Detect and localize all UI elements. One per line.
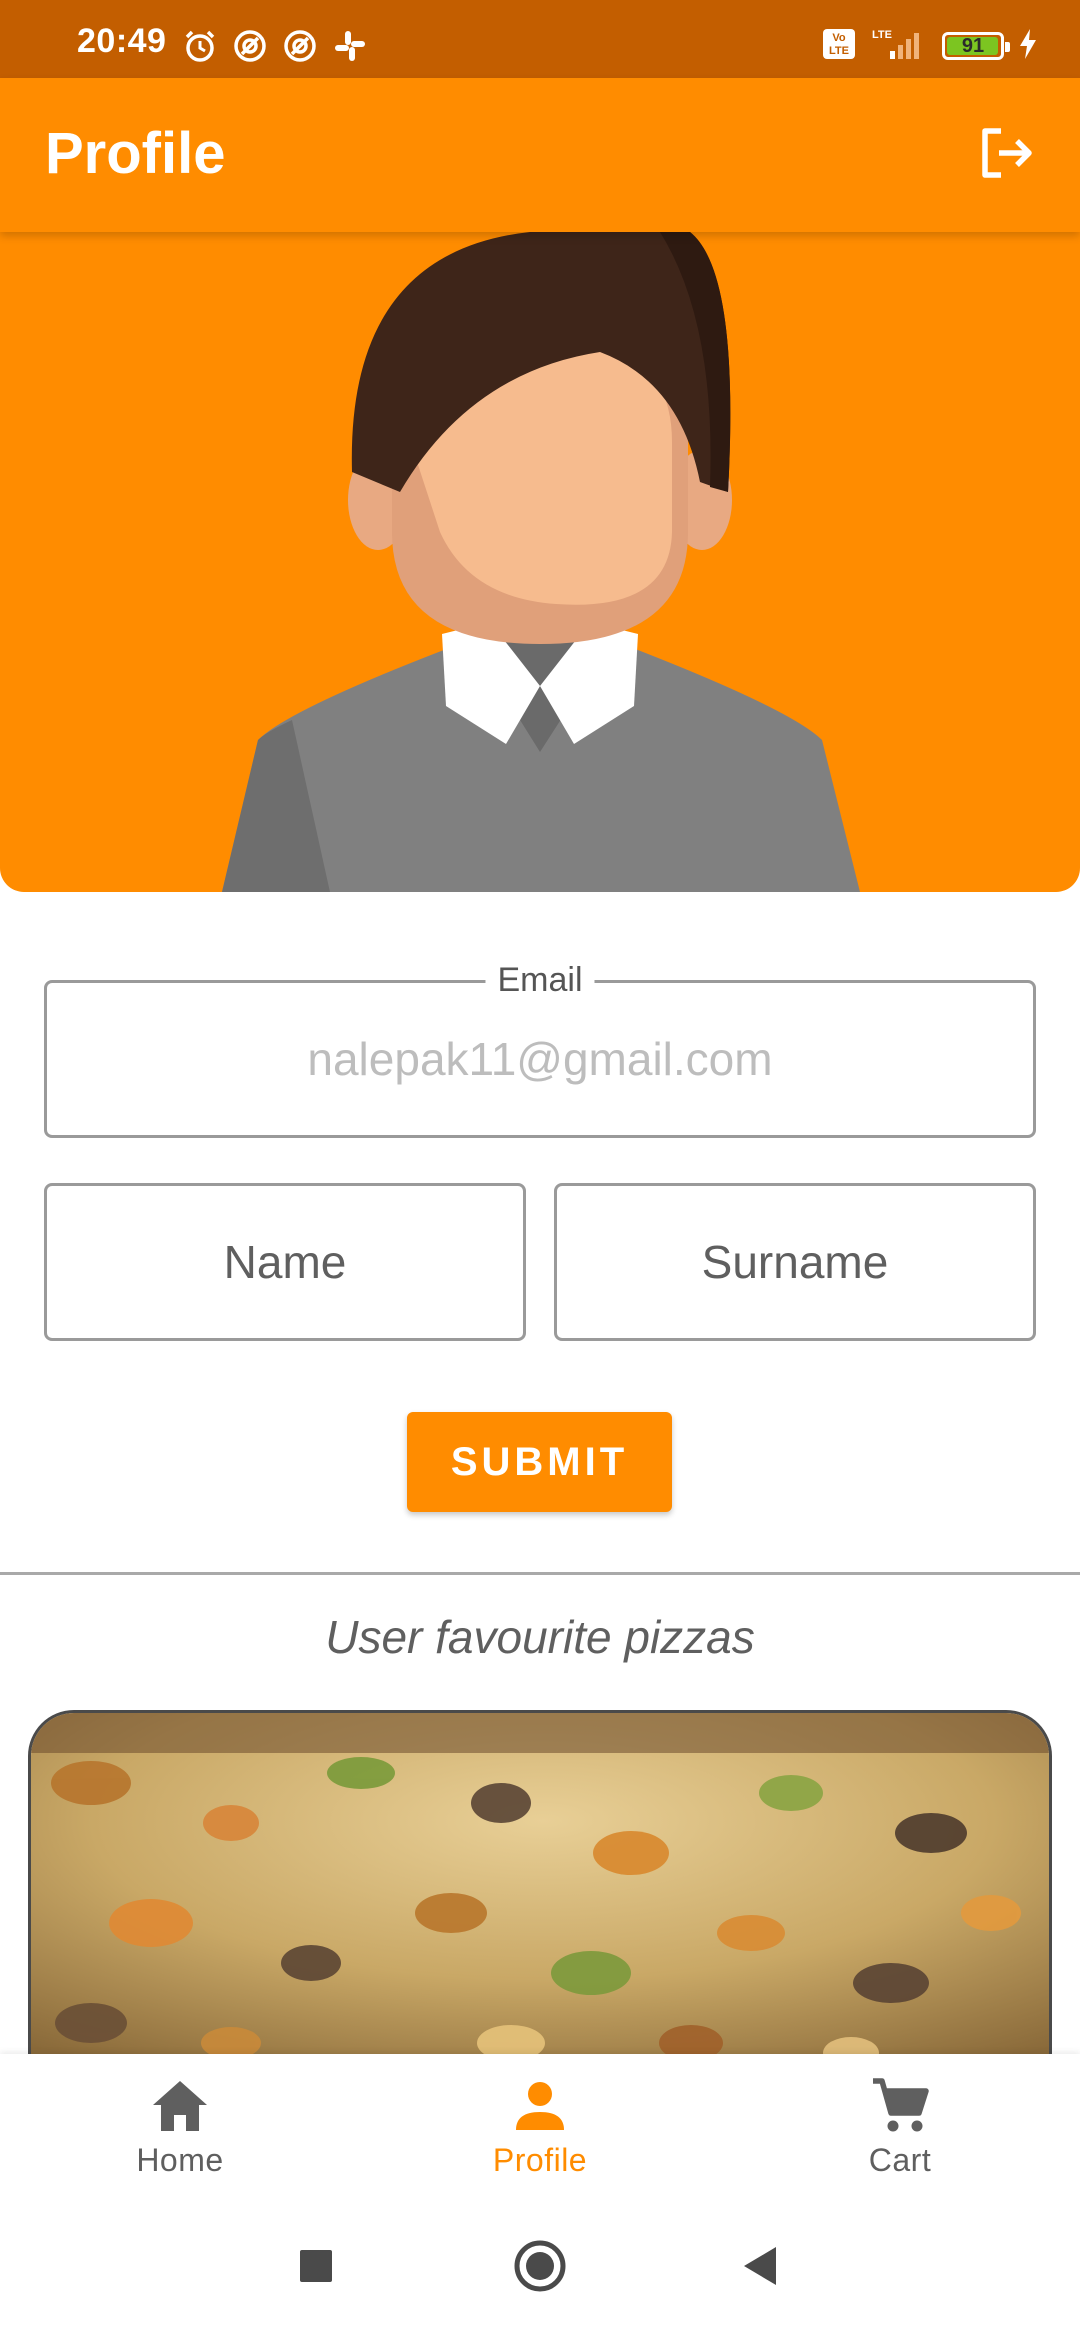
cart-icon <box>870 2076 930 2136</box>
network-type-label: LTE <box>872 29 892 41</box>
status-notification-icons <box>182 28 368 68</box>
status-time: 20:49 <box>77 22 167 60</box>
svg-text:Vo: Vo <box>832 32 846 44</box>
email-value: nalepak11@gmail.com <box>307 1033 773 1085</box>
email-field[interactable]: Email nalepak11@gmail.com <box>44 961 1036 1138</box>
app-notification-icon <box>232 28 268 68</box>
bottom-navigation: Home Profile Cart <box>0 2054 1080 2194</box>
back-triangle-icon <box>740 2245 780 2292</box>
status-system-icons: Vo LTE LTE 91 <box>822 26 1038 66</box>
logout-icon <box>977 123 1037 188</box>
nav-item-home[interactable]: Home <box>80 2076 280 2186</box>
home-circle-icon <box>513 2239 567 2298</box>
charging-icon <box>1018 28 1038 65</box>
surname-field[interactable]: Surname <box>554 1183 1036 1341</box>
battery-icon: 91 <box>942 32 1010 60</box>
back-button[interactable] <box>724 2232 796 2304</box>
profile-avatar-banner <box>0 232 1080 892</box>
system-navigation-bar <box>0 2194 1080 2340</box>
volte-icon: Vo LTE <box>822 27 856 66</box>
recents-icon <box>299 2249 333 2288</box>
nav-label-profile: Profile <box>492 2142 588 2178</box>
signal-icon: LTE <box>870 27 928 66</box>
nav-label-home: Home <box>136 2142 224 2178</box>
submit-button[interactable]: SUBMIT <box>407 1412 672 1512</box>
person-icon <box>510 2076 570 2136</box>
surname-placeholder: Surname <box>701 1236 889 1288</box>
page-title: Profile <box>45 121 226 186</box>
favourite-pizza-card[interactable] <box>28 1710 1052 2070</box>
nav-label-cart: Cart <box>868 2142 932 2178</box>
divider <box>0 1572 1080 1575</box>
avatar <box>222 232 860 892</box>
slack-icon <box>332 28 368 68</box>
status-bar: 20:49 Vo LTE LTE 91 <box>0 0 1080 78</box>
app-notification-icon <box>282 28 318 68</box>
svg-text:LTE: LTE <box>829 45 849 57</box>
name-field[interactable]: Name <box>44 1183 526 1341</box>
nav-item-cart[interactable]: Cart <box>800 2076 1000 2186</box>
app-bar: Profile <box>0 78 1080 232</box>
nav-item-profile[interactable]: Profile <box>440 2076 640 2186</box>
battery-level: 91 <box>961 35 985 57</box>
pizza-image <box>31 1713 1049 2070</box>
alarm-icon <box>182 28 218 68</box>
favourites-title: User favourite pizzas <box>325 1611 755 1663</box>
home-system-button[interactable] <box>504 2232 576 2304</box>
recents-button[interactable] <box>280 2232 352 2304</box>
logout-button[interactable] <box>970 118 1044 192</box>
name-placeholder: Name <box>223 1236 347 1288</box>
battery-tip <box>1005 42 1010 52</box>
home-icon <box>150 2076 210 2136</box>
